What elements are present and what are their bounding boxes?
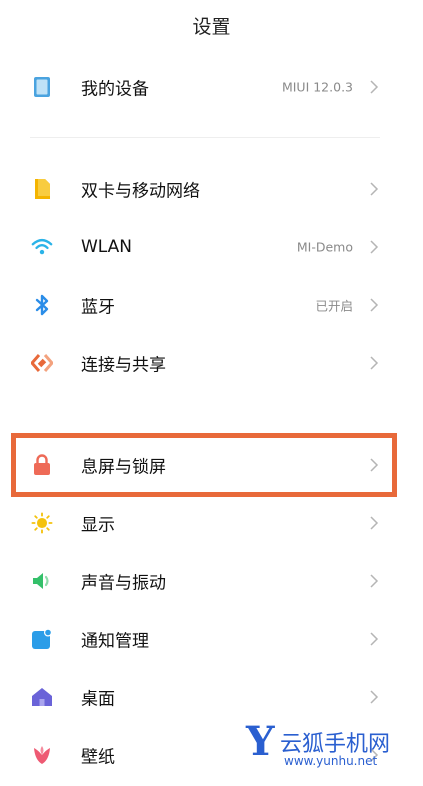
- chevron-right-icon: [370, 632, 379, 646]
- page-title: 设置: [192, 16, 231, 38]
- tablet-icon: [31, 76, 53, 98]
- settings-item-label: 桌面: [81, 689, 115, 710]
- chevron-right-icon: [370, 690, 379, 704]
- settings-item-label: 蓝牙: [81, 297, 115, 318]
- settings-item-label: 我的设备: [81, 79, 149, 100]
- speaker-icon: [31, 570, 53, 592]
- watermark: Y 云狐手机网 www.yunhu.net: [246, 718, 418, 774]
- settings-item-value: 已开启: [315, 298, 353, 314]
- settings-item-label: 连接与共享: [81, 355, 166, 376]
- settings-item-bluetooth[interactable]: 蓝牙 已开启: [0, 276, 423, 334]
- settings-item-label: 双卡与移动网络: [81, 181, 200, 202]
- chevron-right-icon: [370, 182, 379, 196]
- highlight-box: [11, 433, 397, 497]
- sun-icon: [31, 512, 53, 534]
- settings-item-label: 壁纸: [81, 747, 115, 768]
- chevron-right-icon: [370, 298, 379, 312]
- chevron-right-icon: [370, 516, 379, 530]
- watermark-url: www.yunhu.net: [284, 754, 378, 768]
- settings-item-sim-network[interactable]: 双卡与移动网络: [0, 160, 423, 218]
- settings-item-label: 通知管理: [81, 631, 149, 652]
- wifi-icon: [31, 236, 53, 258]
- section-divider: [30, 137, 380, 138]
- settings-item-home-screen[interactable]: 桌面: [0, 668, 423, 726]
- bluetooth-icon: [31, 294, 53, 316]
- share-icon: [31, 352, 53, 374]
- home-icon: [31, 686, 53, 708]
- chevron-right-icon: [370, 574, 379, 588]
- settings-item-label: 显示: [81, 515, 115, 536]
- flower-icon: [31, 744, 53, 766]
- chevron-right-icon: [370, 240, 379, 254]
- chevron-right-icon: [370, 356, 379, 370]
- settings-item-connection-sharing[interactable]: 连接与共享: [0, 334, 423, 392]
- settings-item-notifications[interactable]: 通知管理: [0, 610, 423, 668]
- settings-item-label: 声音与振动: [81, 573, 166, 594]
- settings-item-value: MI-Demo: [296, 239, 353, 255]
- settings-item-label: WLAN: [81, 237, 133, 257]
- sim-card-icon: [31, 178, 53, 200]
- chevron-right-icon: [370, 80, 379, 94]
- settings-item-wlan[interactable]: WLAN MI-Demo: [0, 218, 423, 276]
- watermark-logo-letter: Y: [246, 718, 275, 765]
- settings-item-sound-vibration[interactable]: 声音与振动: [0, 552, 423, 610]
- settings-item-my-device[interactable]: 我的设备 MIUI 12.0.3: [0, 58, 423, 116]
- settings-item-display[interactable]: 显示: [0, 494, 423, 552]
- settings-item-value: MIUI 12.0.3: [281, 79, 353, 95]
- notification-icon: [31, 628, 53, 650]
